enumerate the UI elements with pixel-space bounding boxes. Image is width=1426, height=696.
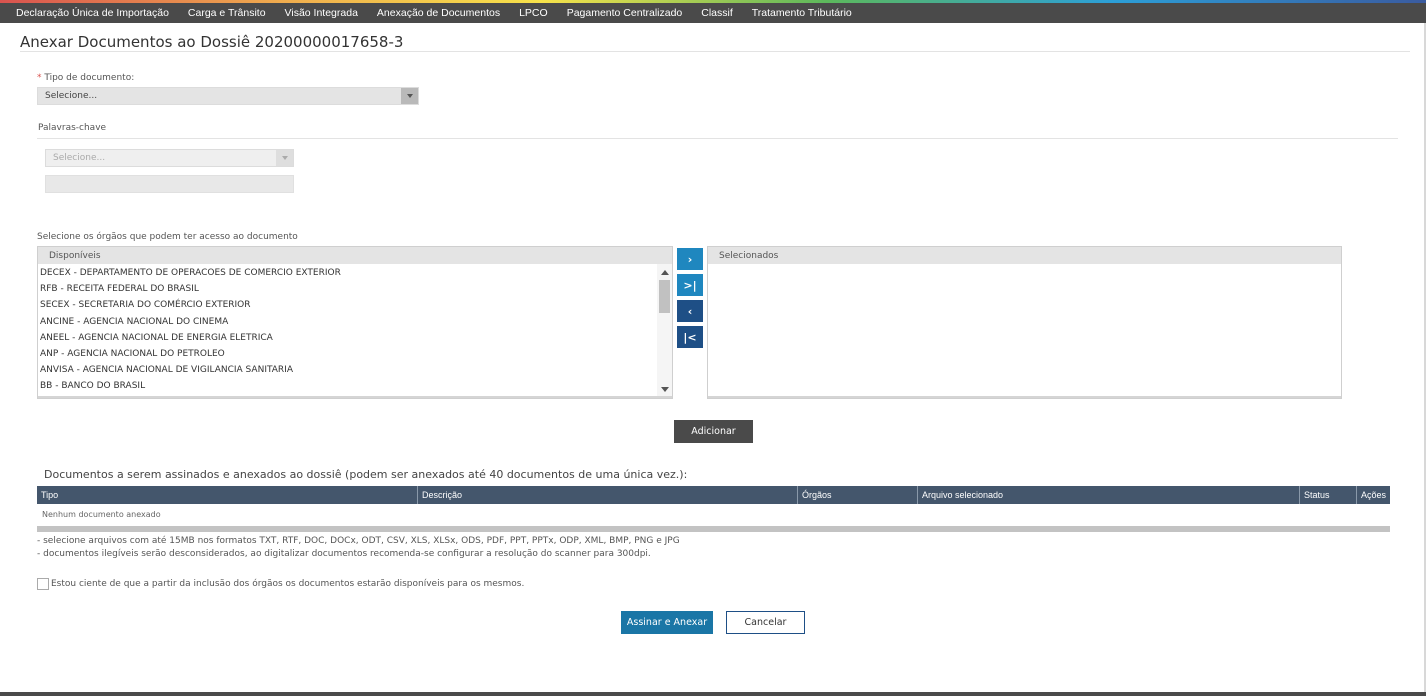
column-header-arquivo[interactable]: Arquivo selecionado: [918, 486, 1300, 504]
nav-item-anexacao-documentos[interactable]: Anexação de Documentos: [377, 7, 500, 19]
scroll-down-icon[interactable]: [661, 387, 669, 392]
list-item[interactable]: ANVISA - AGENCIA NACIONAL DE VIGILANCIA …: [38, 362, 672, 378]
legibility-note: - documentos ilegíveis serão desconsider…: [37, 549, 651, 559]
consent-label: Estou ciente de que a partir da inclusão…: [51, 579, 525, 589]
top-navigation: Declaração Única de Importação Carga e T…: [0, 3, 1426, 23]
column-header-orgaos[interactable]: Órgãos: [798, 486, 918, 504]
list-item[interactable]: BB - BANCO DO BRASIL: [38, 378, 672, 394]
column-header-status[interactable]: Status: [1300, 486, 1357, 504]
tipo-documento-label: * Tipo de documento:: [37, 73, 134, 83]
page-title: Anexar Documentos ao Dossiê 202000000176…: [20, 33, 404, 51]
list-item[interactable]: ANEEL - AGENCIA NACIONAL DE ENERGIA ELET…: [38, 330, 672, 346]
file-format-note: - selecione arquivos com até 15MB nos fo…: [37, 536, 680, 546]
column-header-acoes[interactable]: Ações: [1357, 486, 1390, 504]
move-all-button[interactable]: >|: [677, 274, 703, 296]
assinar-anexar-button[interactable]: Assinar e Anexar: [621, 611, 713, 634]
title-divider: [20, 51, 1410, 52]
tipo-documento-select[interactable]: Selecione...: [37, 87, 419, 105]
list-bottom-border: [708, 396, 1341, 398]
palavras-chave-label: Palavras-chave: [38, 123, 107, 133]
nav-item-carga-transito[interactable]: Carga e Trânsito: [188, 7, 266, 19]
nav-item-pagamento-centralizado[interactable]: Pagamento Centralizado: [567, 7, 683, 19]
palavras-chave-select-value: Selecione...: [53, 153, 106, 163]
column-header-descricao[interactable]: Descrição: [418, 486, 798, 504]
nav-item-tratamento-tributario[interactable]: Tratamento Tributário: [752, 7, 852, 19]
list-item[interactable]: ANCINE - AGENCIA NACIONAL DO CINEMA: [38, 314, 672, 330]
list-item[interactable]: ANP - AGENCIA NACIONAL DO PETROLEO: [38, 346, 672, 362]
palavras-chave-select: Selecione...: [45, 149, 294, 167]
chevron-down-icon[interactable]: [401, 88, 418, 104]
palavras-chave-input: [45, 175, 294, 193]
list-bottom-border: [38, 396, 672, 398]
nav-item-classif[interactable]: Classif: [701, 7, 733, 19]
documents-table-footer: [37, 526, 1390, 532]
orgaos-selecionados-list[interactable]: Selecionados: [707, 246, 1342, 399]
cancel-button[interactable]: Cancelar: [726, 611, 805, 634]
documents-empty-message: Nenhum documento anexado: [42, 510, 161, 519]
list-item[interactable]: DECEX - DEPARTAMENTO DE OPERACOES DE COM…: [38, 265, 672, 281]
column-header-tipo[interactable]: Tipo: [37, 486, 418, 504]
move-selected-button[interactable]: ›: [677, 248, 703, 270]
disponiveis-header: Disponíveis: [38, 247, 672, 264]
nav-item-visao-integrada[interactable]: Visão Integrada: [285, 7, 358, 19]
tipo-documento-select-value: Selecione...: [45, 91, 98, 101]
list-item[interactable]: SECEX - SECRETARIA DO COMÉRCIO EXTERIOR: [38, 297, 672, 313]
palavras-chave-divider: [37, 138, 1398, 139]
scroll-up-icon[interactable]: [661, 270, 669, 275]
list-item[interactable]: RFB - RECEITA FEDERAL DO BRASIL: [38, 281, 672, 297]
remove-all-button[interactable]: |<: [677, 326, 703, 348]
selecionados-header: Selecionados: [708, 247, 1341, 264]
nav-item-duimp[interactable]: Declaração Única de Importação: [16, 7, 169, 19]
orgaos-label: Selecione os órgãos que podem ter acesso…: [37, 232, 298, 242]
list-scrollbar[interactable]: [657, 264, 672, 398]
orgaos-disponiveis-list[interactable]: Disponíveis DECEX - DEPARTAMENTO DE OPER…: [37, 246, 673, 399]
documents-section-title: Documentos a serem assinados e anexados …: [44, 468, 688, 481]
required-mark: *: [37, 73, 42, 83]
remove-selected-button[interactable]: ‹: [677, 300, 703, 322]
nav-item-lpco[interactable]: LPCO: [519, 7, 548, 19]
adicionar-button[interactable]: Adicionar: [674, 420, 753, 443]
documents-table-header: Tipo Descrição Órgãos Arquivo selecionad…: [37, 486, 1390, 504]
scrollbar-thumb[interactable]: [659, 280, 670, 313]
consent-checkbox[interactable]: [37, 578, 49, 590]
chevron-down-icon: [276, 150, 293, 166]
taskbar-strip: [0, 692, 1426, 696]
tipo-documento-label-text: Tipo de documento:: [44, 73, 135, 83]
